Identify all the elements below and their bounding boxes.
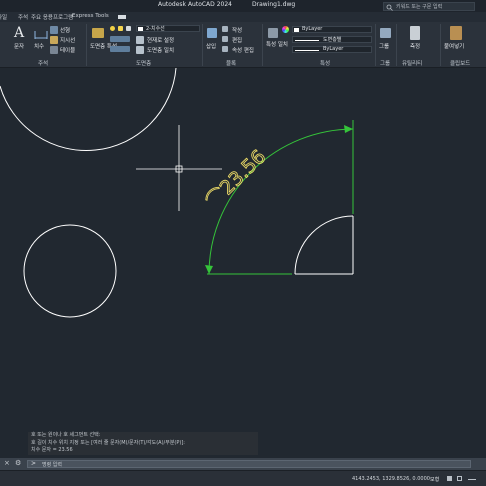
create-label[interactable]: 작성 bbox=[232, 26, 242, 34]
table-icon[interactable] bbox=[50, 46, 58, 54]
insert-label: 삽입 bbox=[206, 44, 217, 50]
command-history-line: 치수 문자 = 23.56 bbox=[31, 447, 73, 453]
tab-overflow-icon[interactable] bbox=[118, 15, 126, 19]
dimension-label: 치수 bbox=[34, 44, 45, 50]
edit-attributes-icon[interactable] bbox=[222, 46, 228, 52]
quarter-arc-object[interactable] bbox=[294, 215, 354, 275]
current-layer-name: 2-치수선 bbox=[146, 26, 165, 32]
layer-color-swatch bbox=[138, 27, 143, 31]
customize-icon[interactable]: ⚙ bbox=[15, 459, 21, 467]
command-line: × ⚙ > 명령 입력 bbox=[0, 458, 486, 470]
search-placeholder: 키워드 또는 구문 입력 bbox=[396, 4, 443, 10]
status-bar: 4143.2453, 1329.8526, 0.0000 모형 bbox=[0, 470, 486, 486]
command-input-placeholder: 명령 입력 bbox=[42, 462, 62, 468]
tab-express-tools[interactable]: Express Tools bbox=[72, 13, 109, 19]
clipboard-panel-label[interactable]: 클립보드 bbox=[450, 59, 470, 67]
close-cmdline-icon[interactable]: × bbox=[4, 459, 10, 467]
measure-label: 측정 bbox=[410, 44, 421, 50]
leader-label[interactable]: 지시선 bbox=[60, 36, 75, 44]
layers-panel-label[interactable]: 도면층 bbox=[136, 59, 151, 67]
text-tool-icon[interactable]: A bbox=[14, 25, 24, 41]
color-dropdown[interactable]: ByLayer bbox=[292, 26, 372, 33]
command-history: 호 또는 원이나 호 세그먼트 선택: 호 길이 치수 위치 지정 또는 [여러… bbox=[28, 432, 258, 455]
circle-object[interactable] bbox=[23, 224, 117, 318]
ribbon-divider bbox=[86, 24, 87, 66]
create-block-icon[interactable] bbox=[222, 26, 228, 32]
search-icon bbox=[386, 4, 393, 11]
groups-panel-label[interactable]: 그룹 bbox=[380, 59, 390, 67]
paste-icon[interactable] bbox=[450, 26, 462, 40]
ribbon-divider bbox=[440, 24, 441, 66]
annotation-panel-label[interactable]: 주석 bbox=[38, 59, 48, 67]
large-circle-arc[interactable] bbox=[0, 68, 177, 151]
linetype-value: 도면층별 bbox=[323, 37, 342, 43]
search-input[interactable]: 키워드 또는 구문 입력 bbox=[383, 2, 475, 11]
layer-freeze-icon[interactable] bbox=[118, 26, 123, 31]
file-title: Drawing1.dwg bbox=[252, 1, 296, 8]
linetype-preview bbox=[295, 40, 319, 41]
layer-properties-icon[interactable] bbox=[92, 28, 104, 38]
edit-label[interactable]: 편집 bbox=[232, 36, 242, 44]
model-space-toggle[interactable]: 모형 bbox=[430, 476, 439, 483]
match-properties-label: 특성 일치 bbox=[266, 42, 288, 48]
layer-tools-icon[interactable] bbox=[110, 36, 130, 42]
leader-icon[interactable] bbox=[50, 36, 58, 44]
ribbon-tabs: 파일 주석 주요 응용프로그램 Express Tools bbox=[0, 12, 486, 22]
ribbon: A 문자 치수 선형 지시선 테이블 주석 도면층 특성 2-치수선 현재로 설… bbox=[0, 22, 486, 68]
drawing-svg: ⌒23.56 bbox=[0, 68, 354, 318]
layer-lock-icon[interactable] bbox=[126, 26, 131, 31]
text-tool-label: 문자 bbox=[14, 44, 25, 50]
ribbon-divider bbox=[262, 24, 263, 66]
lineweight-value: ByLayer bbox=[323, 46, 344, 52]
dimension-icon[interactable] bbox=[34, 28, 48, 40]
match-layer-label[interactable]: 도면층 일치 bbox=[147, 46, 174, 54]
layer-on-icon[interactable] bbox=[110, 26, 115, 31]
ribbon-divider bbox=[202, 24, 203, 66]
tab-file[interactable]: 파일 bbox=[0, 13, 7, 21]
command-prompt-icon: > bbox=[31, 460, 37, 467]
make-current-label[interactable]: 현재로 설정 bbox=[147, 36, 174, 44]
edit-block-icon[interactable] bbox=[222, 36, 228, 42]
color-value: ByLayer bbox=[302, 26, 323, 32]
tab-featured-apps[interactable]: 주요 응용프로그램 bbox=[31, 13, 73, 21]
drawing-canvas[interactable]: ⌒23.56 bbox=[0, 68, 486, 456]
linetype-dropdown[interactable]: 도면층별 bbox=[292, 36, 372, 43]
title-bar: Autodesk AutoCAD 2024 Drawing1.dwg 키워드 또… bbox=[0, 0, 486, 12]
command-input[interactable]: > 명령 입력 bbox=[27, 460, 471, 468]
command-history-line: 호 길이 치수 위치 지정 또는 [여러 줄 문자(M)/문자(T)/각도(A)… bbox=[31, 439, 185, 446]
linear-dim-label[interactable]: 선형 bbox=[60, 26, 70, 34]
ribbon-divider bbox=[396, 24, 397, 66]
color-wheel-icon[interactable] bbox=[282, 26, 289, 33]
app-title: Autodesk AutoCAD 2024 bbox=[158, 1, 232, 8]
color-swatch bbox=[294, 28, 299, 32]
table-label[interactable]: 테이블 bbox=[60, 46, 75, 54]
group-icon[interactable] bbox=[380, 28, 391, 38]
cursor-coordinates: 4143.2453, 1329.8526, 0.0000 bbox=[352, 476, 430, 482]
lineweight-dropdown[interactable]: ByLayer bbox=[292, 46, 372, 53]
snap-icon[interactable] bbox=[457, 476, 462, 481]
status-menu-icon[interactable] bbox=[468, 476, 476, 480]
match-properties-icon[interactable] bbox=[268, 28, 278, 38]
group-label: 그룹 bbox=[379, 44, 390, 50]
layer-dropdown[interactable]: 2-치수선 bbox=[136, 25, 200, 32]
command-history-line: 호 또는 원이나 호 세그먼트 선택: bbox=[31, 432, 101, 438]
layer-tools-2-icon[interactable] bbox=[110, 46, 130, 52]
dimension-text[interactable]: ⌒23.56 bbox=[202, 145, 271, 213]
ribbon-divider bbox=[375, 24, 376, 66]
grid-icon[interactable] bbox=[447, 476, 452, 481]
utilities-panel-label[interactable]: 유틸리티 bbox=[402, 59, 422, 67]
block-panel-label[interactable]: 블록 bbox=[226, 59, 236, 67]
properties-panel-label[interactable]: 특성 bbox=[320, 59, 330, 67]
edit-attributes-label[interactable]: 속성 편집 bbox=[232, 46, 254, 54]
tab-annotate[interactable]: 주석 bbox=[18, 13, 28, 21]
match-layer-icon[interactable] bbox=[136, 46, 144, 54]
make-current-icon[interactable] bbox=[136, 36, 144, 44]
insert-block-icon[interactable] bbox=[207, 28, 217, 38]
linear-dim-icon[interactable] bbox=[50, 26, 58, 34]
measure-icon[interactable] bbox=[410, 26, 420, 40]
paste-label: 붙여넣기 bbox=[444, 44, 465, 50]
lineweight-preview bbox=[295, 50, 319, 51]
